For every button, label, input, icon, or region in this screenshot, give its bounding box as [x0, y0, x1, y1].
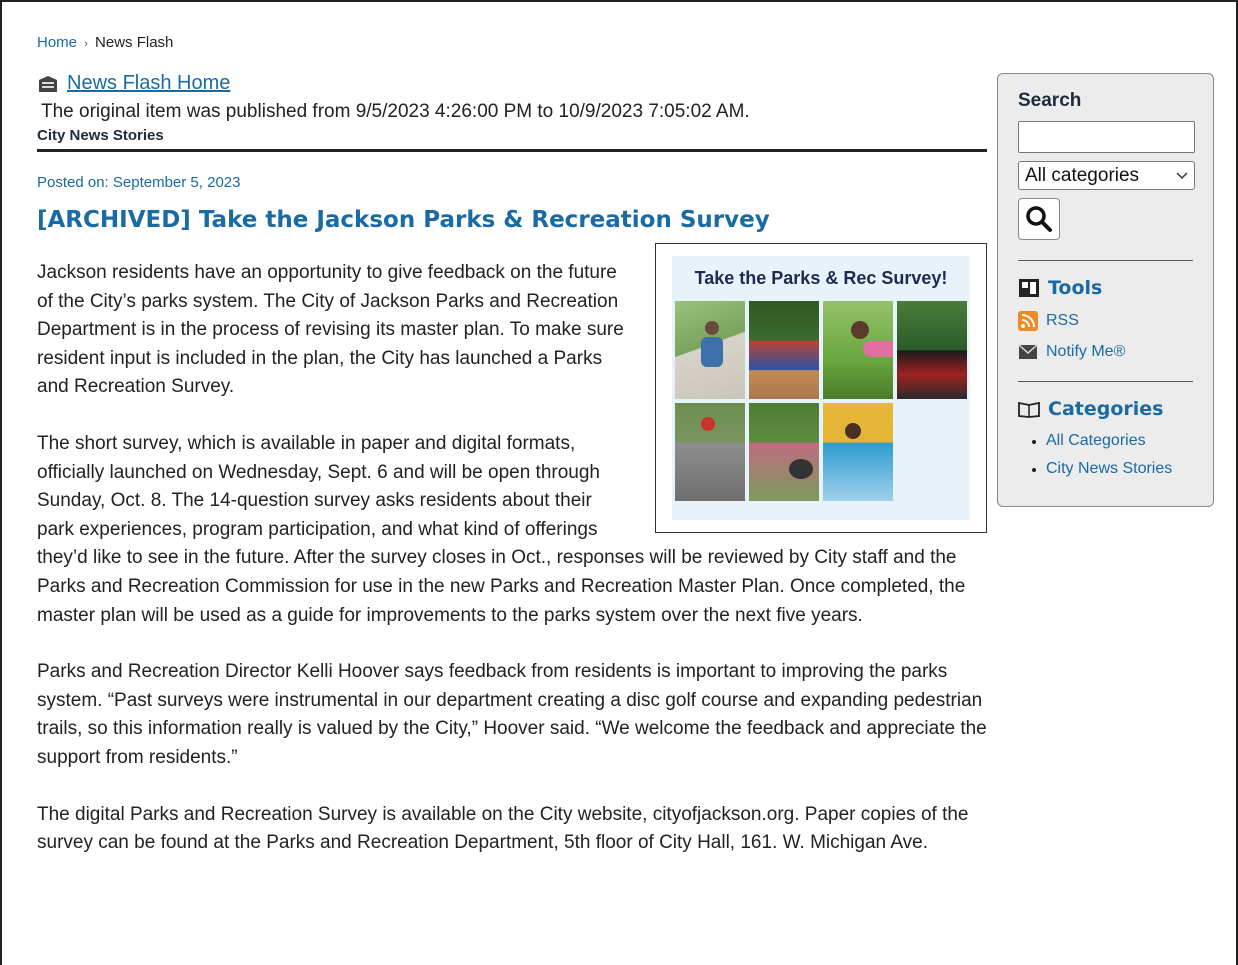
- search-input[interactable]: [1018, 121, 1195, 153]
- news-flash-home-row: News Flash Home: [37, 72, 987, 95]
- breadcrumb: Home › News Flash: [37, 34, 987, 51]
- envelope-icon: [1018, 344, 1038, 359]
- survey-promo-image: Take the Parks & Rec Survey!: [655, 243, 987, 533]
- main-content: Home › News Flash News Flash Home The or…: [37, 30, 987, 886]
- news-flash-home-link[interactable]: News Flash Home: [67, 72, 230, 95]
- article-body: Take the Parks & Rec Survey! Jackson res…: [37, 243, 987, 858]
- photo-kids: [897, 300, 967, 399]
- tools-heading: Tools: [1018, 277, 1193, 299]
- photo-splash: [823, 402, 893, 501]
- search-icon: [1026, 206, 1052, 232]
- search-heading: Search: [1018, 90, 1082, 111]
- paragraph: Parks and Recreation Director Kelli Hoov…: [37, 661, 987, 768]
- tools-heading-label: Tools: [1048, 277, 1103, 299]
- category-list: All Categories City News Stories: [1018, 432, 1193, 478]
- published-note: The original item was published from 9/5…: [41, 101, 750, 122]
- book-icon: [1018, 401, 1040, 418]
- photo-playground: [749, 300, 819, 399]
- paragraph: The digital Parks and Recreation Survey …: [37, 803, 969, 854]
- breadcrumb-current: News Flash: [95, 34, 174, 51]
- newspaper-icon: [39, 75, 57, 92]
- tool-rss[interactable]: RSS: [1018, 311, 1193, 331]
- category-select[interactable]: All categories: [1018, 161, 1195, 190]
- sidebar-divider: [1018, 260, 1193, 261]
- promo-image-title: Take the Parks & Rec Survey!: [694, 268, 948, 288]
- category-link-city-news[interactable]: City News Stories: [1046, 460, 1193, 478]
- breadcrumb-home-link[interactable]: Home: [37, 34, 77, 51]
- sidebar: Search All categories Tools RSS Notify M…: [997, 73, 1214, 507]
- category-link-all[interactable]: All Categories: [1046, 432, 1193, 450]
- sidebar-divider: [1018, 381, 1193, 382]
- search-button[interactable]: [1018, 198, 1060, 240]
- rss-link[interactable]: RSS: [1046, 312, 1079, 330]
- tools-icon: [1019, 279, 1039, 297]
- posted-date: Posted on: September 5, 2023: [37, 174, 241, 191]
- photo-collage: [675, 300, 967, 501]
- tool-notify-me[interactable]: Notify Me®: [1018, 343, 1193, 361]
- category-label: City News Stories: [37, 127, 164, 144]
- photo-swing: [823, 300, 893, 399]
- breadcrumb-separator: ›: [84, 38, 88, 50]
- photo-crane: [675, 402, 745, 501]
- photo-dog: [749, 402, 819, 501]
- categories-heading-label: Categories: [1048, 398, 1164, 420]
- photo-cyclist: [675, 300, 745, 399]
- divider: [37, 149, 987, 152]
- chevron-down-icon: [1176, 171, 1188, 179]
- rss-icon: [1018, 311, 1038, 331]
- notify-me-link[interactable]: Notify Me®: [1046, 343, 1125, 361]
- category-select-value: All categories: [1025, 164, 1140, 186]
- categories-heading: Categories: [1018, 398, 1193, 420]
- article-title: [ARCHIVED] Take the Jackson Parks & Recr…: [37, 207, 770, 233]
